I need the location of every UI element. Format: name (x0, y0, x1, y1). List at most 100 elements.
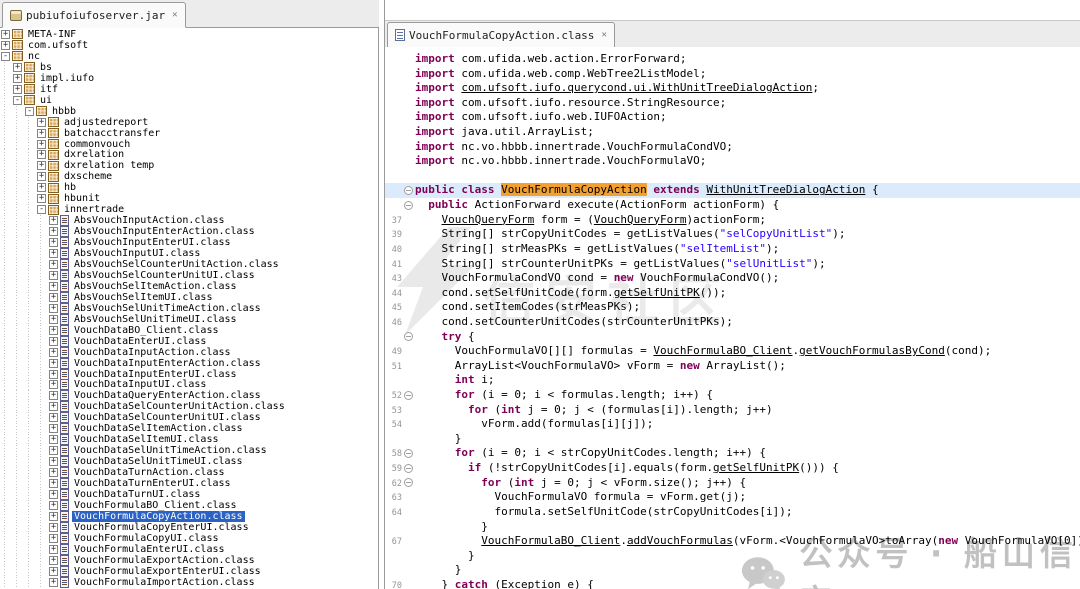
collapse-icon[interactable]: - (13, 96, 22, 105)
code-line[interactable]: } (385, 432, 1080, 447)
tree-item-class[interactable]: +VouchDataEnterUI.class (0, 336, 378, 347)
code-line[interactable]: public ActionForward execute(ActionForm … (385, 198, 1080, 213)
code-line[interactable]: } (385, 563, 1080, 578)
expand-icon[interactable]: + (37, 118, 46, 127)
code-line[interactable]: 51 ArrayList<VouchFormulaVO> vForm = new… (385, 359, 1080, 374)
tree-item-class[interactable]: +VouchDataSelItemAction.class (0, 423, 378, 434)
tree-item-class[interactable]: +AbsVouchSelUnitTimeAction.class (0, 303, 378, 314)
code-line[interactable]: 40 String[] strMeasPKs = getListValues("… (385, 242, 1080, 257)
expand-icon[interactable]: + (49, 304, 58, 313)
code-line[interactable]: 53 for (int j = 0; j < (formulas[i]).len… (385, 403, 1080, 418)
fold-collapse-icon[interactable] (404, 391, 413, 400)
code-line[interactable]: } (385, 520, 1080, 535)
tree-item-package[interactable]: +batchacctransfer (0, 128, 378, 139)
code-line[interactable]: import com.ufsoft.iufo.querycond.ui.With… (385, 81, 1080, 96)
code-line[interactable]: 67 VouchFormulaBO_Client.addVouchFormula… (385, 534, 1080, 549)
close-icon[interactable]: ✕ (601, 30, 606, 40)
code-editor[interactable]: 信安社区 公众号 · 船山信安 import com.ufida.web.act… (385, 47, 1080, 589)
tree-item-class[interactable]: +VouchDataTurnEnterUI.class (0, 478, 378, 489)
expand-icon[interactable]: + (37, 161, 46, 170)
fold-collapse-icon[interactable] (404, 449, 413, 458)
code-line[interactable]: import nc.vo.hbbb.innertrade.VouchFormul… (385, 154, 1080, 169)
tree-item-package[interactable]: -innertrade (0, 204, 378, 215)
tree-item-package[interactable]: -nc (0, 51, 378, 62)
code-line[interactable]: 58 for (i = 0; i < strCopyUnitCodes.leng… (385, 446, 1080, 461)
tree-item-class[interactable]: +AbsVouchSelCounterUnitAction.class (0, 259, 378, 270)
tree-item-package[interactable]: +bs (0, 62, 378, 73)
tree-item-package[interactable]: +commonvouch (0, 139, 378, 150)
tree-item-class[interactable]: +VouchFormulaCopyEnterUI.class (0, 522, 378, 533)
expand-icon[interactable]: + (49, 260, 58, 269)
close-icon[interactable]: ✕ (172, 10, 177, 20)
expand-icon[interactable]: + (49, 293, 58, 302)
collapse-icon[interactable]: - (37, 205, 46, 214)
expand-icon[interactable]: + (49, 512, 58, 521)
tree-item-package[interactable]: +dxrelation (0, 149, 378, 160)
expand-icon[interactable]: + (49, 567, 58, 576)
code-lines[interactable]: import com.ufida.web.action.ErrorForward… (385, 52, 1080, 589)
code-line[interactable]: 43 VouchFormulaCondVO cond = new VouchFo… (385, 271, 1080, 286)
expand-icon[interactable]: + (49, 315, 58, 324)
code-line[interactable]: import java.util.ArrayList; (385, 125, 1080, 140)
expand-icon[interactable]: + (1, 41, 10, 50)
tree-item-class[interactable]: +VouchFormulaBO_Client.class (0, 500, 378, 511)
code-line[interactable]: 64 formula.setSelfUnitCode(strCopyUnitCo… (385, 505, 1080, 520)
tree-item-class[interactable]: +VouchFormulaImportAction.class (0, 577, 378, 588)
expand-icon[interactable]: + (37, 150, 46, 159)
tree-item-class[interactable]: +AbsVouchInputUI.class (0, 248, 378, 259)
tree-item-class[interactable]: +VouchFormulaCopyAction.class (0, 511, 378, 522)
expand-icon[interactable]: + (49, 359, 58, 368)
tree-item-class[interactable]: +VouchDataSelItemUI.class (0, 434, 378, 445)
tree-item-class[interactable]: +VouchDataInputEnterUI.class (0, 369, 378, 380)
tree-item-package[interactable]: +com.ufsoft (0, 40, 378, 51)
tree-item-package[interactable]: -hbbb (0, 106, 378, 117)
expand-icon[interactable]: + (49, 380, 58, 389)
tree-item-class[interactable]: +VouchDataInputAction.class (0, 347, 378, 358)
expand-icon[interactable]: + (49, 534, 58, 543)
code-line[interactable]: 41 String[] strCounterUnitPKs = getListV… (385, 257, 1080, 272)
code-line[interactable]: 63 VouchFormulaVO formula = vForm.get(j)… (385, 490, 1080, 505)
code-line[interactable]: import com.ufsoft.iufo.resource.StringRe… (385, 96, 1080, 111)
fold-collapse-icon[interactable] (404, 186, 413, 195)
expand-icon[interactable]: + (13, 63, 22, 72)
code-line[interactable]: 39 String[] strCopyUnitCodes = getListVa… (385, 227, 1080, 242)
code-line[interactable]: 54 vForm.add(formulas[i][j]); (385, 417, 1080, 432)
code-line[interactable]: 45 cond.setItemCodes(strMeasPKs); (385, 300, 1080, 315)
code-line[interactable]: 49 VouchFormulaVO[][] formulas = VouchFo… (385, 344, 1080, 359)
expand-icon[interactable]: + (49, 348, 58, 357)
code-line[interactable]: import com.ufida.web.comp.WebTree2ListMo… (385, 67, 1080, 82)
expand-icon[interactable]: + (49, 501, 58, 510)
tree-item-class[interactable]: +VouchFormulaExportAction.class (0, 555, 378, 566)
expand-icon[interactable]: + (37, 172, 46, 181)
collapse-icon[interactable]: - (1, 52, 10, 61)
expand-icon[interactable]: + (37, 183, 46, 192)
tree-item-package[interactable]: +dxscheme (0, 171, 378, 182)
expand-icon[interactable]: + (49, 216, 58, 225)
expand-icon[interactable]: + (49, 424, 58, 433)
tree-item-class[interactable]: +AbsVouchInputAction.class (0, 215, 378, 226)
expand-icon[interactable]: + (49, 227, 58, 236)
expand-icon[interactable]: + (49, 435, 58, 444)
fold-collapse-icon[interactable] (404, 201, 413, 210)
expand-icon[interactable]: + (49, 556, 58, 565)
expand-icon[interactable]: + (49, 282, 58, 291)
code-line[interactable]: 70 } catch (Exception e) { (385, 578, 1080, 589)
expand-icon[interactable]: + (49, 402, 58, 411)
tree-item-class[interactable]: +AbsVouchSelUnitTimeUI.class (0, 314, 378, 325)
tree-item-class[interactable]: +AbsVouchInputEnterAction.class (0, 226, 378, 237)
tree-item-package[interactable]: -ui (0, 95, 378, 106)
tree-item-class[interactable]: +VouchDataSelUnitTimeAction.class (0, 445, 378, 456)
code-line[interactable]: 37 VouchQueryForm form = (VouchQueryForm… (385, 213, 1080, 228)
tree-item-package[interactable]: +impl.iufo (0, 73, 378, 84)
tree-item-package[interactable]: +adjustedreport (0, 117, 378, 128)
tree-item-class[interactable]: +VouchDataSelUnitTimeUI.class (0, 456, 378, 467)
jar-tab[interactable]: pubiufoiufoserver.jar ✕ (2, 2, 186, 28)
expand-icon[interactable]: + (49, 391, 58, 400)
code-line[interactable] (385, 169, 1080, 184)
tree-item-class[interactable]: +VouchDataTurnUI.class (0, 489, 378, 500)
tree-item-class[interactable]: +AbsVouchSelItemAction.class (0, 281, 378, 292)
code-line[interactable]: import com.ufsoft.iufo.web.IUFOAction; (385, 110, 1080, 125)
expand-icon[interactable]: + (1, 30, 10, 39)
expand-icon[interactable]: + (49, 413, 58, 422)
expand-icon[interactable]: + (49, 545, 58, 554)
